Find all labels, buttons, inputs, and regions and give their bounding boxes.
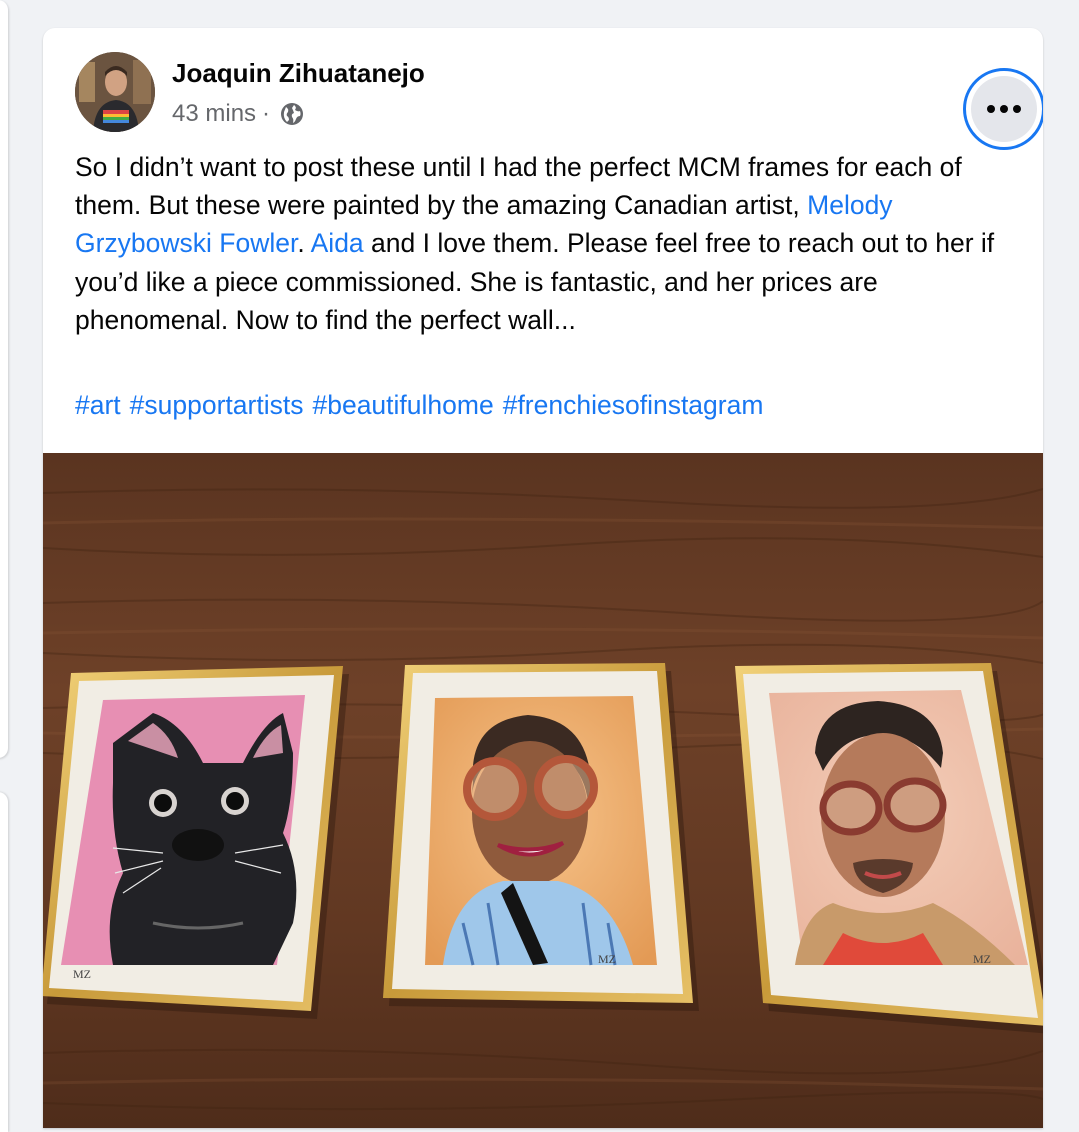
- background-card-edge: [0, 0, 8, 758]
- svg-text:MZ: MZ: [973, 952, 991, 966]
- author-name[interactable]: Joaquin Zihuatanejo: [172, 58, 425, 89]
- timestamp[interactable]: 43 mins: [172, 100, 256, 128]
- hashtag-link[interactable]: #supportartists: [130, 390, 304, 420]
- post-meta: 43 mins ·: [172, 100, 304, 128]
- hashtags: #art #supportartists #beautifulhome #french…: [75, 390, 772, 421]
- mention-link[interactable]: Aida: [311, 228, 364, 258]
- svg-text:MZ: MZ: [73, 967, 91, 981]
- more-options-button[interactable]: [963, 68, 1043, 150]
- hashtag-link[interactable]: #frenchiesofinstagram: [503, 390, 764, 420]
- post-text-part: .: [297, 228, 311, 259]
- avatar[interactable]: [75, 52, 155, 132]
- post-card: Joaquin Zihuatanejo 43 mins · So I didn’…: [43, 28, 1043, 1128]
- post-text: So I didn’t want to post these until I h…: [75, 148, 1015, 339]
- background-card-edge: [0, 792, 8, 1132]
- meta-separator: ·: [262, 100, 271, 127]
- globe-icon[interactable]: [280, 102, 304, 126]
- post-header: Joaquin Zihuatanejo 43 mins ·: [75, 52, 1043, 150]
- hashtag-link[interactable]: #art: [75, 390, 121, 420]
- hashtag-link[interactable]: #beautifulhome: [312, 390, 493, 420]
- more-dots-icon: [971, 76, 1037, 142]
- post-photo[interactable]: MZ MZ MZ: [43, 453, 1043, 1128]
- svg-text:MZ: MZ: [598, 952, 616, 966]
